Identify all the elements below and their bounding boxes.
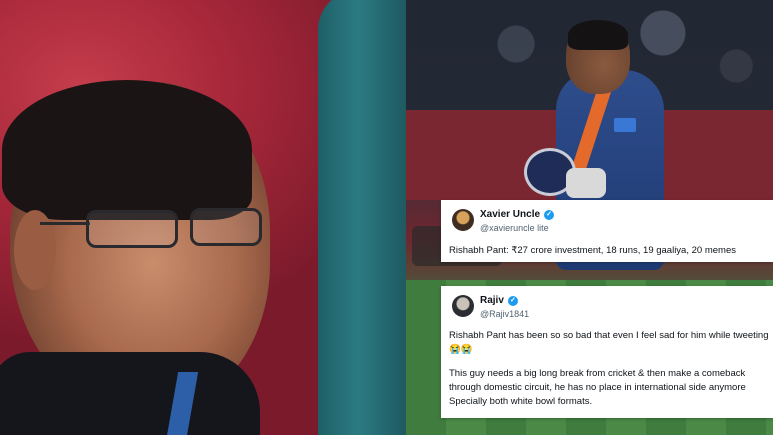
tweet-text: Rishabh Pant has been so so bad that eve… bbox=[449, 329, 771, 419]
tweet-author-name[interactable]: Rajiv bbox=[480, 295, 504, 307]
jacket bbox=[0, 352, 260, 435]
tweet-author-handle[interactable]: @xavieruncle lite bbox=[480, 223, 549, 234]
glasses-arm bbox=[40, 222, 90, 225]
tweet-text: Rishabh Pant: ₹27 crore investment, 18 r… bbox=[449, 245, 736, 256]
tweet-card[interactable]: Xavier Uncle ✓ @xavieruncle lite Rishabh… bbox=[441, 200, 773, 262]
tweet-card[interactable]: Rajiv ✓ @Rajiv1841 Rishabh Pant has been… bbox=[441, 286, 773, 418]
profile-avatar-icon[interactable] bbox=[452, 209, 474, 231]
verified-badge-icon: ✓ bbox=[507, 296, 518, 306]
background-figure bbox=[318, 0, 406, 435]
profile-avatar-icon[interactable] bbox=[452, 295, 474, 317]
tweet-author-name[interactable]: Xavier Uncle bbox=[480, 209, 540, 221]
player-hair bbox=[568, 20, 628, 50]
tweet-author-handle[interactable]: @Rajiv1841 bbox=[480, 309, 529, 320]
tweet-paragraph: This guy needs a big long break from cri… bbox=[449, 368, 746, 407]
tweet-author-row: Rajiv ✓ bbox=[480, 295, 518, 307]
batting-gloves bbox=[566, 168, 606, 198]
tweet-author-row: Xavier Uncle ✓ bbox=[480, 209, 555, 221]
glasses-left-lens bbox=[86, 210, 178, 248]
hair bbox=[2, 80, 252, 220]
jersey-logo bbox=[614, 118, 636, 132]
left-photo-spectator bbox=[0, 0, 406, 435]
tweet-paragraph: Rishabh Pant has been so so bad that eve… bbox=[449, 330, 769, 355]
glasses-right-lens bbox=[190, 208, 262, 246]
verified-badge-icon: ✓ bbox=[544, 210, 555, 220]
